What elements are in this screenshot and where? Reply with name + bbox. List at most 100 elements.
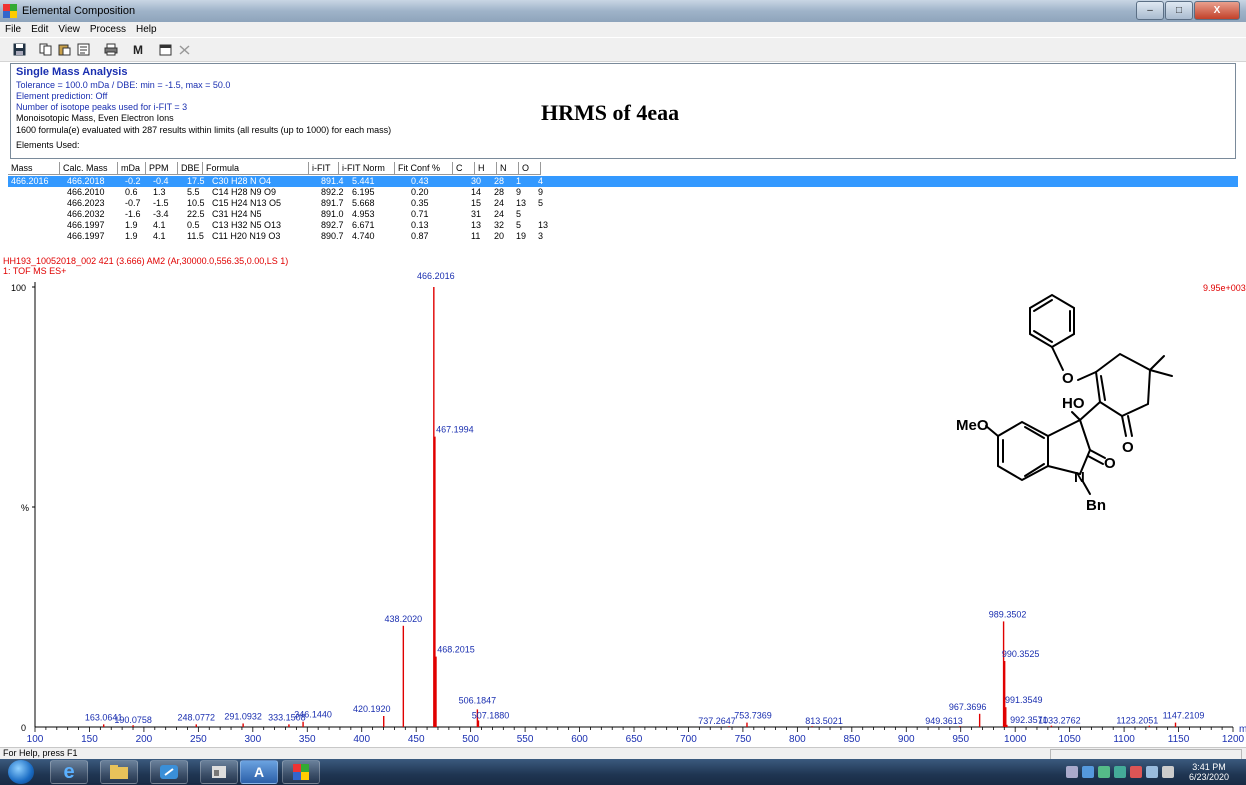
paste-icon[interactable] — [56, 41, 74, 59]
tray-icon[interactable] — [1098, 766, 1110, 778]
col-ppm[interactable]: PPM — [146, 162, 178, 175]
bn-label: Bn — [1086, 497, 1106, 514]
cell-c: 31 — [471, 209, 482, 219]
col-ifit[interactable]: i-FIT — [309, 162, 339, 175]
menu-file[interactable]: File — [0, 24, 26, 35]
cell-ppm: 1.3 — [153, 187, 166, 197]
chemical-structure: MeO HO O O O N Bn — [956, 293, 1173, 514]
x-tick-label: 800 — [789, 734, 806, 745]
print-icon[interactable] — [102, 41, 120, 59]
maximize-button[interactable]: □ — [1165, 1, 1193, 20]
meo-label: MeO — [956, 417, 989, 434]
app-icon-blue[interactable] — [150, 760, 188, 784]
menu-process[interactable]: Process — [85, 24, 131, 35]
cell-formula: C13 H32 N5 O13 — [212, 220, 282, 230]
peak-label: 507.1880 — [472, 710, 510, 720]
menu-view[interactable]: View — [53, 24, 85, 35]
cell-ppm: 4.1 — [153, 231, 166, 241]
cell-n: 5 — [516, 220, 522, 230]
analysis-summary-panel: Single Mass Analysis Tolerance = 100.0 m… — [10, 63, 1236, 159]
x-tick-label: 1000 — [1004, 734, 1027, 745]
col-c[interactable]: C — [453, 162, 475, 175]
close-x-icon[interactable] — [175, 41, 193, 59]
cell-conf: 0.13 — [411, 220, 429, 230]
explorer-icon[interactable] — [100, 760, 138, 784]
save-icon[interactable] — [10, 41, 28, 59]
col-n[interactable]: N — [497, 162, 519, 175]
network-icon[interactable] — [1146, 766, 1158, 778]
cell-ppm: 4.1 — [153, 220, 166, 230]
x-tick-label: 750 — [735, 734, 752, 745]
col-ifit-norm[interactable]: i-FIT Norm — [339, 162, 395, 175]
menu-edit[interactable]: Edit — [26, 24, 53, 35]
cell-mda: 1.9 — [125, 231, 138, 241]
clock[interactable]: 3:41 PM 6/23/2020 — [1180, 762, 1238, 782]
cell-calc: 466.2010 — [67, 187, 105, 197]
cell-c: 11 — [471, 231, 481, 241]
elements-used-text: Elements Used: — [16, 140, 80, 150]
minimize-button[interactable]: – — [1136, 1, 1164, 20]
a-app-icon[interactable]: A — [240, 760, 278, 784]
x-tick-label: 1100 — [1113, 734, 1135, 745]
n-label: N — [1074, 469, 1085, 486]
results-table: Mass Calc. Mass mDa PPM DBE Formula i-FI… — [0, 162, 1246, 248]
col-formula[interactable]: Formula — [203, 162, 309, 175]
cell-h: 28 — [494, 187, 505, 197]
col-o[interactable]: O — [519, 162, 541, 175]
cell-dbe: 5.5 — [187, 187, 200, 197]
table-row[interactable]: 466.2010 0.6 1.3 5.5 C14 H28 N9 O9 892.2 6.195… — [8, 187, 1238, 198]
x-tick-label: 200 — [136, 734, 153, 745]
properties-icon[interactable] — [75, 41, 93, 59]
analysis-title: Single Mass Analysis — [16, 66, 128, 78]
peak-label: 466.2016 — [417, 271, 455, 281]
menu-bar: File Edit View Process Help — [0, 22, 1246, 37]
peak-label: 737.2647 — [698, 716, 736, 726]
table-row[interactable]: 466.2032 -1.6 -3.4 22.5 C31 H24 N5 891.0 4.953… — [8, 209, 1238, 220]
close-button[interactable]: X — [1194, 1, 1240, 20]
peak-label: 467.1994 — [436, 425, 474, 435]
x-tick-label: 550 — [517, 734, 534, 745]
mass-spectrum: HH193_10052018_002 421 (3.666) AM2 (Ar,3… — [0, 250, 1246, 747]
cell-dbe: 10.5 — [187, 198, 205, 208]
cell-h: 20 — [494, 231, 505, 241]
cell-conf: 0.87 — [411, 231, 429, 241]
cell-dbe: 17.5 — [187, 176, 205, 186]
col-h[interactable]: H — [475, 162, 497, 175]
window-icon[interactable] — [156, 41, 174, 59]
copy-icon[interactable] — [37, 41, 55, 59]
tray-icon[interactable] — [1066, 766, 1078, 778]
col-fit-conf[interactable]: Fit Conf % — [395, 162, 453, 175]
col-calc-mass[interactable]: Calc. Mass — [60, 162, 118, 175]
elemental-icon[interactable] — [282, 760, 320, 784]
menu-help[interactable]: Help — [131, 24, 162, 35]
col-mda[interactable]: mDa — [118, 162, 146, 175]
table-row[interactable]: 466.2023 -0.7 -1.5 10.5 C15 H24 N13 O5 891.7 5… — [8, 198, 1238, 209]
cell-ppm: -3.4 — [153, 209, 169, 219]
cell-dbe: 0.5 — [187, 220, 200, 230]
table-row[interactable]: 466.1997 1.9 4.1 0.5 C13 H32 N5 O13 892.7 6.67… — [8, 220, 1238, 231]
volume-icon[interactable] — [1162, 766, 1174, 778]
col-dbe[interactable]: DBE — [178, 162, 203, 175]
ie-icon[interactable]: e — [50, 760, 88, 784]
x-tick-label: 1050 — [1059, 734, 1082, 745]
cell-mda: 1.9 — [125, 220, 138, 230]
peak-label: 438.2020 — [385, 614, 423, 624]
isotope-peaks-text: Number of isotope peaks used for i-FIT =… — [16, 102, 188, 112]
ether-o-label: O — [1062, 370, 1074, 387]
cell-formula: C15 H24 N13 O5 — [212, 198, 282, 208]
ho-label: HO — [1062, 395, 1085, 412]
tolerance-text: Tolerance = 100.0 mDa / DBE: min = -1.5,… — [16, 80, 231, 90]
table-row[interactable]: 466.1997 1.9 4.1 11.5 C11 H20 N19 O3 890.7 4.7… — [8, 231, 1238, 242]
tray-icon[interactable] — [1082, 766, 1094, 778]
table-row[interactable]: 466.2016 466.2018 -0.2 -0.4 17.5 C30 H28 N O4… — [8, 176, 1238, 187]
ketone-o-label: O — [1122, 439, 1134, 456]
col-mass[interactable]: Mass — [8, 162, 60, 175]
y-tick-label: 0 — [21, 723, 26, 733]
m-icon[interactable]: M — [129, 41, 147, 59]
x-tick-label: 100 — [27, 734, 44, 745]
start-button[interactable] — [8, 760, 34, 784]
tray-icon[interactable] — [1114, 766, 1126, 778]
file-icon[interactable] — [200, 760, 238, 784]
cell-mda: -0.2 — [125, 176, 141, 186]
tray-icon[interactable] — [1130, 766, 1142, 778]
